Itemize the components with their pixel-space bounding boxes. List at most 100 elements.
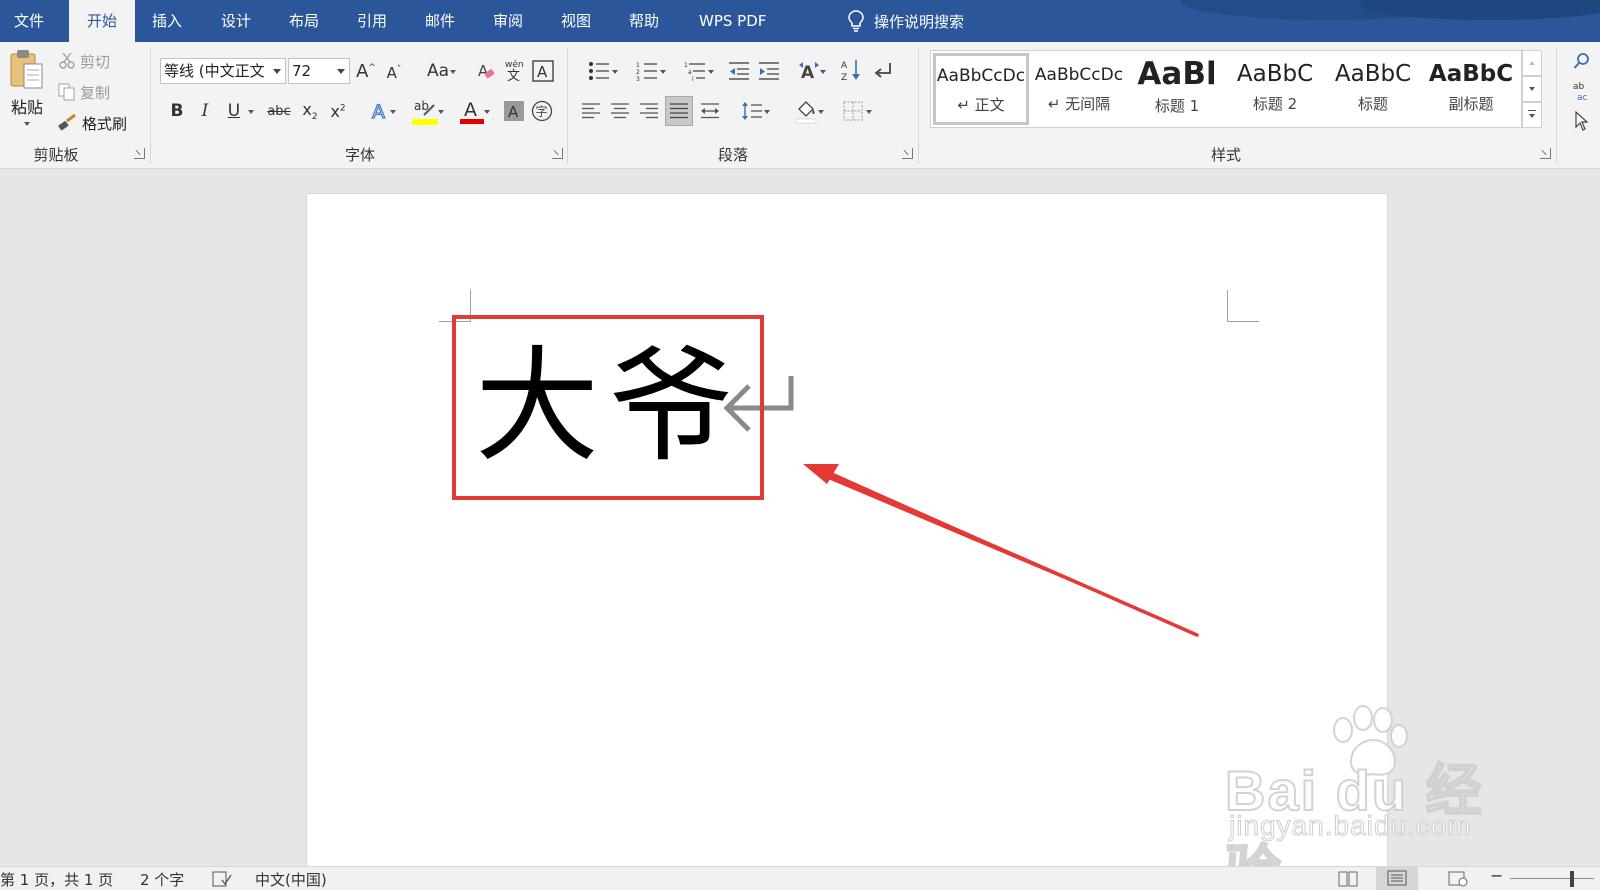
paste-button[interactable]: 粘贴 — [4, 48, 50, 134]
select-button[interactable] — [1570, 108, 1594, 134]
copy-button[interactable]: 复制 — [58, 79, 110, 105]
subscript-button[interactable]: x2 — [298, 98, 322, 124]
align-right-button[interactable] — [636, 98, 662, 124]
cut-button[interactable]: 剪切 — [58, 48, 110, 74]
styles-dialog-launcher[interactable] — [1540, 148, 1551, 159]
tab-insert[interactable]: 插入 — [138, 0, 196, 42]
clear-formatting-button[interactable]: A — [474, 58, 498, 84]
borders-button[interactable] — [832, 98, 874, 124]
tab-review[interactable]: 审阅 — [479, 0, 537, 42]
styles-scroll-up[interactable] — [1522, 50, 1542, 76]
print-layout-button[interactable] — [1376, 867, 1418, 890]
page-count[interactable]: 第 1 页，共 1 页 — [0, 869, 113, 890]
lightbulb-icon — [848, 10, 864, 32]
line-spacing-button[interactable] — [732, 98, 772, 124]
zoom-slider[interactable] — [1510, 878, 1594, 879]
style-heading-2[interactable]: AaBbC 标题 2 — [1227, 53, 1323, 125]
style-no-spacing[interactable]: AaBbCcDc ↵ 无间隔 — [1031, 53, 1127, 125]
tab-layout[interactable]: 布局 — [275, 0, 333, 42]
text-highlight-color-button[interactable]: ab — [404, 96, 446, 126]
style-normal[interactable]: AaBbCcDc ↵ 正文 — [933, 53, 1029, 125]
style-subtitle[interactable]: AaBbC 副标题 — [1423, 53, 1519, 125]
phonetic-guide-button[interactable]: wén 文 — [502, 56, 526, 84]
tell-me-label: 操作说明搜索 — [874, 12, 965, 31]
change-case-button[interactable]: Aa — [418, 58, 458, 84]
font-dialog-launcher[interactable] — [552, 148, 563, 159]
word-count[interactable]: 2 个字 — [140, 869, 184, 890]
chinese-layout-icon: A — [799, 62, 819, 82]
style-sample: AaBbCcDc — [1034, 65, 1124, 85]
paintbrush-icon — [58, 114, 76, 131]
sort-az-icon: A Z — [841, 60, 860, 82]
style-name: 标题 2 — [1252, 95, 1298, 113]
text-effects-button[interactable]: A — [362, 98, 398, 124]
align-left-button[interactable] — [578, 98, 604, 124]
paragraph-dialog-launcher[interactable] — [902, 148, 913, 159]
document-text[interactable]: 大爷 — [475, 332, 743, 482]
document-page[interactable]: 大爷 Bai du 经验 jingyan.baidu.com — [306, 193, 1483, 890]
multilevel-list-button[interactable]: 1 a i — [674, 58, 716, 84]
scissors-icon — [59, 52, 75, 69]
styles-scroll-down[interactable] — [1522, 76, 1542, 102]
paste-dropdown-arrow[interactable] — [4, 118, 50, 128]
grow-font-icon: A^ — [356, 60, 376, 82]
justify-button[interactable] — [665, 96, 693, 126]
font-size-combobox[interactable]: 72 — [288, 58, 350, 84]
bold-button[interactable]: B — [166, 98, 188, 124]
distributed-button[interactable] — [697, 98, 723, 124]
font-size-dropdown-arrow — [337, 69, 345, 74]
numbering-button[interactable]: 1 2 3 — [626, 58, 668, 84]
underline-button[interactable]: U — [222, 98, 256, 124]
superscript-button[interactable]: x2 — [326, 98, 350, 124]
enclose-characters-button[interactable]: 字 — [530, 98, 554, 124]
superscript-icon: x2 — [330, 101, 346, 121]
font-name-value: 等线 (中文正文 — [164, 62, 265, 80]
group-separator — [1556, 48, 1557, 164]
replace-icon: ab ac — [1573, 82, 1588, 102]
style-title[interactable]: AaBbC 标题 — [1325, 53, 1421, 125]
zoom-slider-thumb[interactable] — [1570, 871, 1574, 887]
web-layout-icon[interactable] — [1448, 871, 1468, 887]
grow-font-button[interactable]: A^ — [354, 58, 378, 84]
find-button[interactable] — [1570, 48, 1594, 74]
bullets-button[interactable] — [578, 58, 620, 84]
style-heading-1[interactable]: AaBl 标题 1 — [1129, 53, 1225, 125]
tell-me-search[interactable]: 操作说明搜索 — [848, 0, 964, 42]
copy-icon — [58, 83, 75, 101]
font-name-combobox[interactable]: 等线 (中文正文 — [160, 58, 286, 84]
increase-indent-button[interactable] — [756, 58, 782, 84]
show-hide-marks-button[interactable] — [870, 58, 896, 84]
align-center-button[interactable] — [607, 98, 633, 124]
styles-more-button[interactable] — [1522, 102, 1542, 128]
chinese-layout-button[interactable]: A — [790, 58, 828, 84]
tab-references[interactable]: 引用 — [343, 0, 401, 42]
decrease-indent-button[interactable] — [726, 58, 752, 84]
paint-bucket-icon — [795, 101, 817, 124]
language-indicator[interactable]: 中文(中国) — [255, 869, 327, 890]
character-border-button[interactable]: A — [531, 58, 555, 84]
tab-file[interactable]: 文件 — [0, 0, 58, 42]
sort-button[interactable]: A Z — [838, 56, 864, 84]
tab-home[interactable]: 开始 — [69, 0, 135, 42]
tab-design[interactable]: 设计 — [207, 0, 265, 42]
character-shading-button[interactable]: A — [502, 98, 526, 124]
tab-wps-pdf[interactable]: WPS PDF — [685, 0, 780, 42]
tab-mailings[interactable]: 邮件 — [411, 0, 469, 42]
italic-button[interactable]: I — [194, 98, 216, 124]
font-color-button[interactable]: A — [452, 96, 492, 126]
replace-button[interactable]: ab ac — [1570, 78, 1594, 104]
highlighter-icon: ab — [412, 99, 438, 125]
read-mode-icon[interactable] — [1338, 871, 1358, 887]
tab-view[interactable]: 视图 — [547, 0, 605, 42]
tab-help[interactable]: 帮助 — [615, 0, 673, 42]
shading-button[interactable] — [786, 96, 826, 126]
style-sample: AaBbC — [1428, 61, 1514, 87]
format-painter-button[interactable]: 格式刷 — [58, 110, 127, 136]
svg-text:字: 字 — [536, 104, 548, 119]
strikethrough-button[interactable]: abc — [266, 98, 292, 124]
proofing-icon[interactable] — [212, 871, 232, 887]
zoom-out-button[interactable]: − — [1490, 866, 1503, 885]
clipboard-dialog-launcher[interactable] — [134, 148, 145, 159]
shrink-font-button[interactable]: Aˇ — [382, 60, 406, 86]
bulleted-list-icon — [589, 62, 609, 80]
